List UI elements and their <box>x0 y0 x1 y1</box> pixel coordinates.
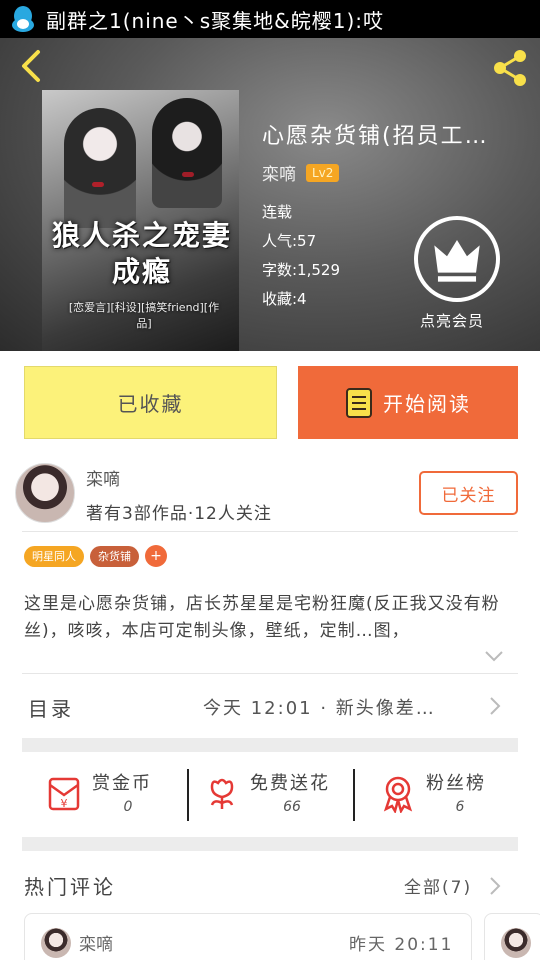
start-reading-button[interactable]: 开始阅读 <box>298 366 518 439</box>
section-separator <box>22 837 518 851</box>
crown-icon[interactable] <box>414 216 500 302</box>
book-author[interactable]: 栾嘀 <box>262 160 296 185</box>
catalog-label: 目录 <box>28 697 74 721</box>
hot-comments-title: 热门评论 <box>24 875 116 899</box>
stat-value: 6 <box>455 799 465 815</box>
stat-title: 粉丝榜 <box>426 773 486 794</box>
comment-author: 栾嘀 <box>79 935 113 955</box>
cover-detail <box>92 182 104 187</box>
avatar[interactable] <box>15 463 75 523</box>
svg-text:¥: ¥ <box>61 797 68 810</box>
cover-figure-left <box>64 108 136 228</box>
stat-title: 免费送花 <box>250 773 330 794</box>
book-status: 连载 <box>262 203 293 221</box>
all-comments-link[interactable]: 全部(7) <box>404 873 472 898</box>
comment-card[interactable]: 栾嘀 昨天 20:11 <box>24 913 472 960</box>
vip-label[interactable]: 点亮会员 <box>420 310 484 331</box>
comment-time: 昨天 20:11 <box>349 935 454 955</box>
author-stats: 著有3部作品·12人关注 <box>86 504 272 524</box>
add-tag-button[interactable]: + <box>145 545 167 567</box>
share-icon[interactable] <box>490 48 530 88</box>
back-arrow-icon[interactable] <box>14 48 50 84</box>
comment-card[interactable] <box>484 913 540 960</box>
tag-item[interactable]: 明星同人 <box>24 545 84 567</box>
level-badge: Lv2 <box>306 163 340 182</box>
send-flowers-stat[interactable]: 免费送花 66 <box>202 765 342 825</box>
cover-subtitle: [恋爱言][科设][搞笑friend][作品] <box>68 301 220 330</box>
catalog-row[interactable]: 目录 今天 12:01 · 新头像差… <box>0 673 540 737</box>
book-description[interactable]: 这里是心愿杂货铺，店长苏星星是宅粉狂魔(反正我又没有粉丝)，咳咳，本店可定制头像… <box>24 591 518 647</box>
tag-list: 明星同人 杂货铺 + <box>24 545 167 567</box>
book-title: 心愿杂货铺(招员工… <box>262 124 489 149</box>
book-author-row: 栾嘀 Lv2 <box>262 160 340 185</box>
follow-button[interactable]: 已关注 <box>419 471 518 515</box>
book-header: 狼人杀之宠妻成瘾 [恋爱言][科设][搞笑friend][作品] 心愿杂货铺(招… <box>0 38 540 351</box>
book-detail-content: 已收藏 开始阅读 栾嘀 著有3部作品·12人关注 已关注 明星同人 杂货铺 + … <box>0 351 540 960</box>
book-popularity: 人气:57 <box>262 232 317 250</box>
cover-title: 狼人杀之宠妻成瘾 <box>52 219 233 288</box>
favorite-button-label: 已收藏 <box>117 392 184 416</box>
stat-divider <box>353 769 355 821</box>
start-reading-label: 开始阅读 <box>383 392 471 416</box>
book-icon <box>346 387 372 418</box>
qq-penguin-icon <box>12 6 34 32</box>
favorite-button[interactable]: 已收藏 <box>24 366 277 439</box>
stat-value: 0 <box>123 799 133 815</box>
stats-row: ¥ 赏金币 0 免费送花 66 粉丝榜 6 <box>0 765 540 825</box>
fan-ranking-stat[interactable]: 粉丝榜 6 <box>378 765 518 825</box>
chevron-down-icon[interactable] <box>483 649 505 663</box>
book-favorites: 收藏:4 <box>262 290 307 308</box>
stat-title: 赏金币 <box>92 773 152 794</box>
divider <box>22 531 518 532</box>
author-name[interactable]: 栾嘀 <box>86 465 120 490</box>
chevron-right-icon[interactable] <box>488 875 502 897</box>
section-separator <box>22 738 518 752</box>
status-bar: 副群之1(nine丶s聚集地&皖樱1):哎 <box>0 0 540 38</box>
stat-value: 66 <box>283 799 301 815</box>
cover-figure-right <box>152 98 222 208</box>
tag-item[interactable]: 杂货铺 <box>90 545 139 567</box>
cover-detail <box>182 172 194 177</box>
book-meta: 连载 人气:57 字数:1,529 收藏:4 <box>262 198 340 314</box>
chevron-right-icon <box>490 697 501 715</box>
stat-divider <box>187 769 189 821</box>
book-cover[interactable]: 狼人杀之宠妻成瘾 [恋爱言][科设][搞笑friend][作品] <box>42 90 239 351</box>
red-envelope-icon: ¥ <box>48 777 80 811</box>
latest-chapter: 今天 12:01 · 新头像差… <box>203 698 436 719</box>
avatar[interactable] <box>501 928 531 958</box>
book-word-count: 字数:1,529 <box>262 261 340 279</box>
medal-icon <box>383 776 413 813</box>
reward-coins-stat[interactable]: ¥ 赏金币 0 <box>44 765 184 825</box>
avatar[interactable] <box>41 928 71 958</box>
flower-icon <box>210 778 234 809</box>
follow-button-label: 已关注 <box>441 485 496 506</box>
notification-text: 副群之1(nine丶s聚集地&皖樱1):哎 <box>46 8 385 33</box>
